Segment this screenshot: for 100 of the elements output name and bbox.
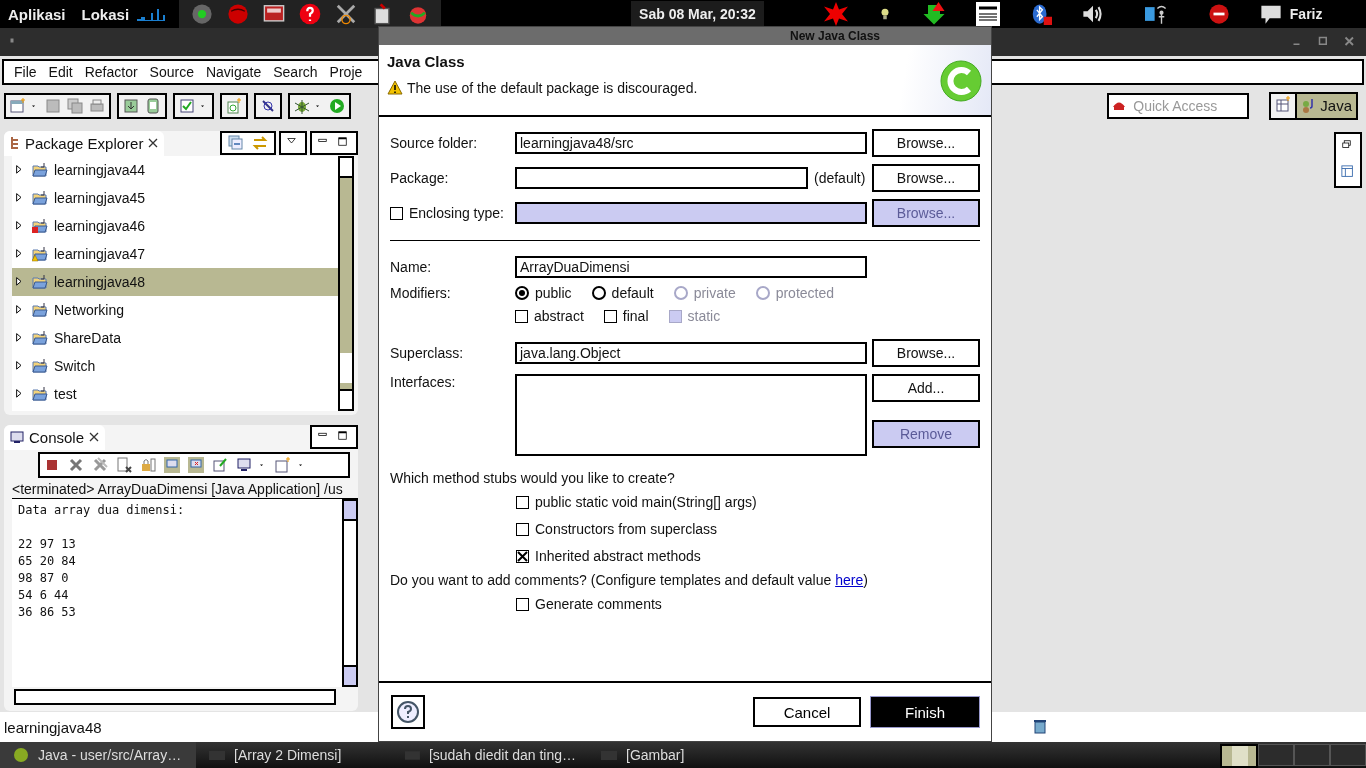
project-name[interactable]: learningjava44	[54, 161, 146, 178]
checkbox[interactable]	[515, 309, 528, 323]
lock-icon[interactable]	[140, 456, 156, 473]
menu-item[interactable]: Proje	[323, 63, 369, 80]
browse-button[interactable]: Browse...	[872, 129, 980, 157]
package-field[interactable]	[515, 167, 808, 189]
folder-icon	[32, 301, 48, 318]
clear-icon[interactable]	[116, 456, 132, 473]
monitor-icon[interactable]	[263, 3, 286, 25]
speaker-icon[interactable]	[1081, 3, 1104, 25]
project-name[interactable]: learningjava46	[54, 217, 146, 234]
checkbox[interactable]	[516, 549, 529, 563]
maximize-icon[interactable]	[338, 431, 350, 443]
power-icon[interactable]	[1207, 3, 1230, 25]
remove-icon[interactable]	[68, 456, 84, 473]
show-error-icon[interactable]	[188, 456, 204, 473]
display-icon[interactable]	[236, 456, 252, 473]
clock[interactable]: Sab 08 Mar, 20:32	[631, 1, 764, 27]
menu-item[interactable]: Source	[143, 63, 200, 80]
scrollbar[interactable]	[342, 498, 358, 687]
console-line: Data array dua dimensi:	[18, 501, 186, 519]
console-tab[interactable]: Console	[4, 424, 106, 450]
disc-icon[interactable]	[191, 3, 214, 25]
scrollbar[interactable]	[338, 155, 354, 411]
edit-icon[interactable]	[212, 456, 228, 473]
menu-item[interactable]: Search	[267, 63, 324, 80]
scrollbar[interactable]	[14, 688, 336, 705]
dialog-title: New Java Class	[379, 27, 991, 45]
link-icon[interactable]	[252, 135, 268, 151]
project-name[interactable]: Switch	[54, 357, 96, 374]
monitor-icon	[10, 430, 24, 444]
news-icon[interactable]	[975, 2, 1000, 26]
checkbox[interactable]	[516, 495, 529, 509]
trash-icon[interactable]	[1032, 717, 1048, 734]
quick-access-field[interactable]: Quick Access	[1107, 92, 1250, 119]
finish-button[interactable]: Finish	[871, 697, 979, 727]
field-label: Package:	[390, 170, 450, 186]
project-name[interactable]: learningjava45	[54, 189, 146, 206]
project-name[interactable]: test	[54, 385, 77, 402]
taskbar-button[interactable]: [sudah diedit dan ting…	[392, 742, 588, 768]
close-icon[interactable]	[148, 138, 159, 148]
maximize-icon[interactable]	[338, 137, 350, 149]
help-button[interactable]	[391, 695, 425, 729]
outline-icon[interactable]	[1341, 165, 1355, 179]
workspace-switcher[interactable]	[1220, 744, 1366, 766]
perspective-tab[interactable]: Java	[1295, 93, 1356, 118]
cancel-button[interactable]: Cancel	[753, 697, 861, 727]
taskbar-button[interactable]: [Array 2 Dimensi]	[196, 742, 392, 768]
panel-menu[interactable]: Lokasi	[81, 5, 130, 23]
help-icon[interactable]	[299, 3, 322, 25]
project-name[interactable]: learningjava48	[54, 273, 146, 290]
run-icon[interactable]	[329, 97, 345, 114]
chat-icon[interactable]	[1259, 3, 1282, 25]
panel-menu[interactable]: Aplikasi	[8, 5, 66, 23]
menu-item[interactable]: Edit	[42, 63, 79, 80]
source-folder-field[interactable]: learningjava48/src	[515, 132, 867, 154]
download-arrow-icon[interactable]	[921, 2, 946, 26]
window-icon	[600, 748, 618, 762]
burst-icon[interactable]	[823, 2, 848, 26]
save-all-icon[interactable]	[67, 97, 83, 114]
checkbox-icon[interactable]	[179, 97, 195, 114]
taskbar-button[interactable]: Java - user/src/Array…	[0, 742, 196, 768]
checkbox-label: public static void main(String[] args)	[535, 494, 757, 510]
tools-icon[interactable]	[335, 3, 358, 25]
interfaces-list[interactable]	[515, 374, 867, 456]
checkbox[interactable]	[516, 522, 529, 536]
checkbox[interactable]	[516, 597, 529, 611]
bug-icon[interactable]	[294, 97, 310, 114]
taskbar-button[interactable]: [Gambar]	[588, 742, 784, 768]
package-explorer-tab[interactable]: Package Explorer	[4, 130, 165, 156]
radio-button[interactable]	[591, 286, 606, 300]
remove-all-icon[interactable]	[92, 456, 108, 473]
name-field[interactable]: ArrayDuaDimensi	[515, 256, 867, 278]
radio-button[interactable]	[515, 286, 529, 300]
menu-item[interactable]: Refactor	[78, 63, 144, 80]
project-name[interactable]: learningjava47	[54, 245, 146, 262]
device-icon[interactable]	[145, 97, 161, 114]
here-link[interactable]: here	[835, 572, 864, 588]
project-name[interactable]: Networking	[54, 301, 125, 318]
browse-button[interactable]: Browse...	[872, 339, 980, 367]
field-label: Modifiers:	[390, 285, 452, 301]
pin-console-icon[interactable]	[164, 456, 180, 473]
checkbox-label: Generate comments	[535, 596, 662, 612]
new-class-icon[interactable]	[226, 97, 242, 114]
print-icon[interactable]	[89, 97, 105, 114]
collapse-all-icon[interactable]	[228, 135, 244, 151]
menu-item[interactable]: File	[8, 63, 43, 80]
project-name[interactable]: ShareData	[54, 329, 121, 346]
superclass-field[interactable]: java.lang.Object	[515, 342, 867, 364]
close-icon[interactable]	[89, 432, 100, 442]
menu-item[interactable]: Navigate	[199, 63, 268, 80]
download-icon[interactable]	[123, 97, 139, 114]
radio-label: public	[535, 285, 572, 301]
browse-button[interactable]: Browse...	[872, 164, 980, 192]
globe-icon[interactable]	[227, 3, 250, 25]
field-label: Superclass:	[390, 345, 465, 361]
open-perspective-icon[interactable]	[1275, 96, 1292, 113]
checkbox[interactable]	[603, 309, 617, 323]
user-name[interactable]: Fariz	[1289, 6, 1323, 22]
add-button[interactable]: Add...	[872, 374, 980, 402]
